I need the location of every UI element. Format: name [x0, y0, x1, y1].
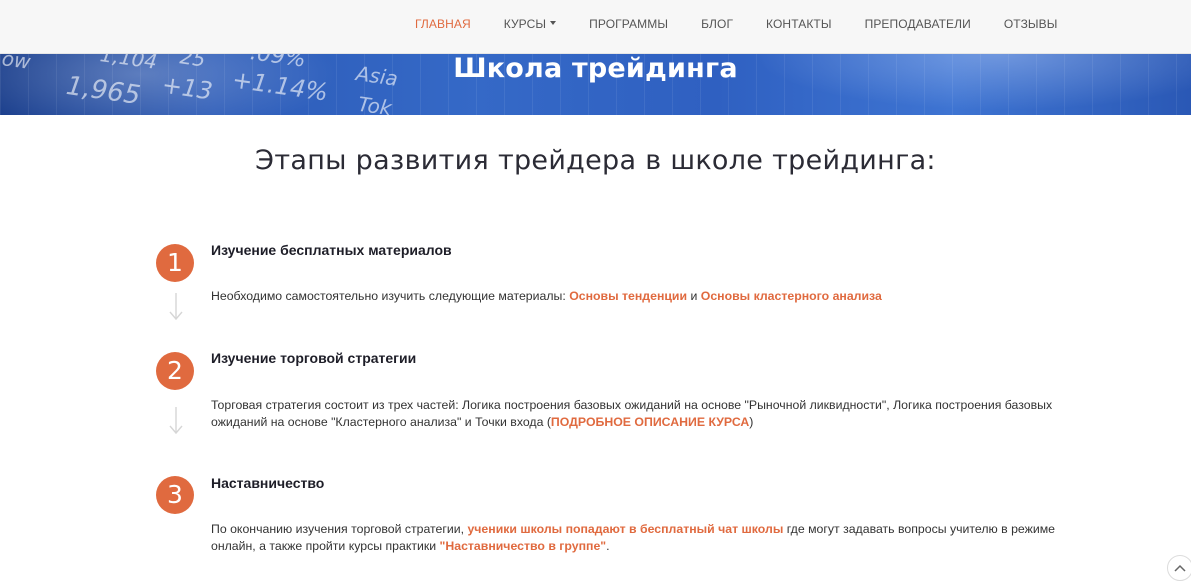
step-text: ): [749, 415, 754, 429]
step-description: Торговая стратегия состоит из трех часте…: [211, 397, 1071, 431]
nav-item-label: КОНТАКТЫ: [766, 17, 832, 31]
step-text: .: [606, 539, 610, 553]
arrow-down-icon: [169, 407, 183, 435]
scroll-to-top-button[interactable]: [1167, 555, 1191, 581]
top-navbar: ГЛАВНАЯ КУРСЫ ПРОГРАММЫ БЛОГ КОНТАКТЫ ПР…: [0, 0, 1191, 54]
step-title: Изучение бесплатных материалов: [211, 242, 452, 258]
step-title: Изучение торговой стратегии: [211, 350, 417, 366]
nav-item-teachers[interactable]: ПРЕПОДАВАТЕЛИ: [848, 17, 987, 31]
chevron-up-icon: [1174, 564, 1186, 572]
nav-item-reviews[interactable]: ОТЗЫВЫ: [987, 17, 1074, 31]
banner-decor-text: Tok: [356, 91, 394, 115]
step-title: Наставничество: [211, 475, 325, 491]
main-menu: ГЛАВНАЯ КУРСЫ ПРОГРАММЫ БЛОГ КОНТАКТЫ ПР…: [398, 0, 1074, 48]
page-title: Этапы развития трейдера в школе трейдинг…: [255, 145, 936, 176]
step-description: Необходимо самостоятельно изучить следую…: [211, 288, 1071, 305]
step-text: и: [687, 289, 701, 303]
nav-item-label: КУРСЫ: [503, 17, 547, 31]
link-course-details[interactable]: ПОДРОБНОЕ ОПИСАНИЕ КУРСА: [551, 415, 749, 429]
hero-title: Школа трейдинга: [453, 54, 738, 84]
step-number-badge: 1: [156, 244, 194, 282]
nav-item-label: БЛОГ: [701, 17, 734, 31]
nav-item-label: ГЛАВНАЯ: [414, 17, 471, 31]
step-number-badge: 2: [156, 352, 194, 390]
link-cluster-analysis-basics[interactable]: Основы кластерного анализа: [701, 289, 882, 303]
hero-banner: 1,965 +13 +1.14% Asia Tok 1,104 25 .09% …: [0, 54, 1191, 115]
nav-item-label: ПРОГРАММЫ: [589, 17, 669, 31]
nav-item-blog[interactable]: БЛОГ: [685, 17, 750, 31]
nav-item-programs[interactable]: ПРОГРАММЫ: [573, 17, 685, 31]
nav-item-label: ОТЗЫВЫ: [1003, 17, 1058, 31]
nav-item-courses[interactable]: КУРСЫ: [487, 17, 572, 31]
link-school-chat[interactable]: ученики школы попадают в бесплатный чат …: [467, 522, 783, 536]
step-text: По окончанию изучения торговой стратегии…: [211, 522, 468, 536]
step-number-badge: 3: [156, 476, 194, 514]
link-trend-basics[interactable]: Основы тенденции: [569, 289, 687, 303]
nav-item-contacts[interactable]: КОНТАКТЫ: [750, 17, 849, 31]
link-group-mentoring[interactable]: "Наставничество в группе": [440, 539, 607, 553]
nav-item-home[interactable]: ГЛАВНАЯ: [398, 17, 487, 31]
nav-item-label: ПРЕПОДАВАТЕЛИ: [864, 17, 971, 31]
caret-down-icon: [550, 21, 557, 25]
step-description: По окончанию изучения торговой стратегии…: [211, 521, 1071, 555]
arrow-down-icon: [169, 293, 183, 321]
step-text: Необходимо самостоятельно изучить следую…: [211, 289, 570, 303]
